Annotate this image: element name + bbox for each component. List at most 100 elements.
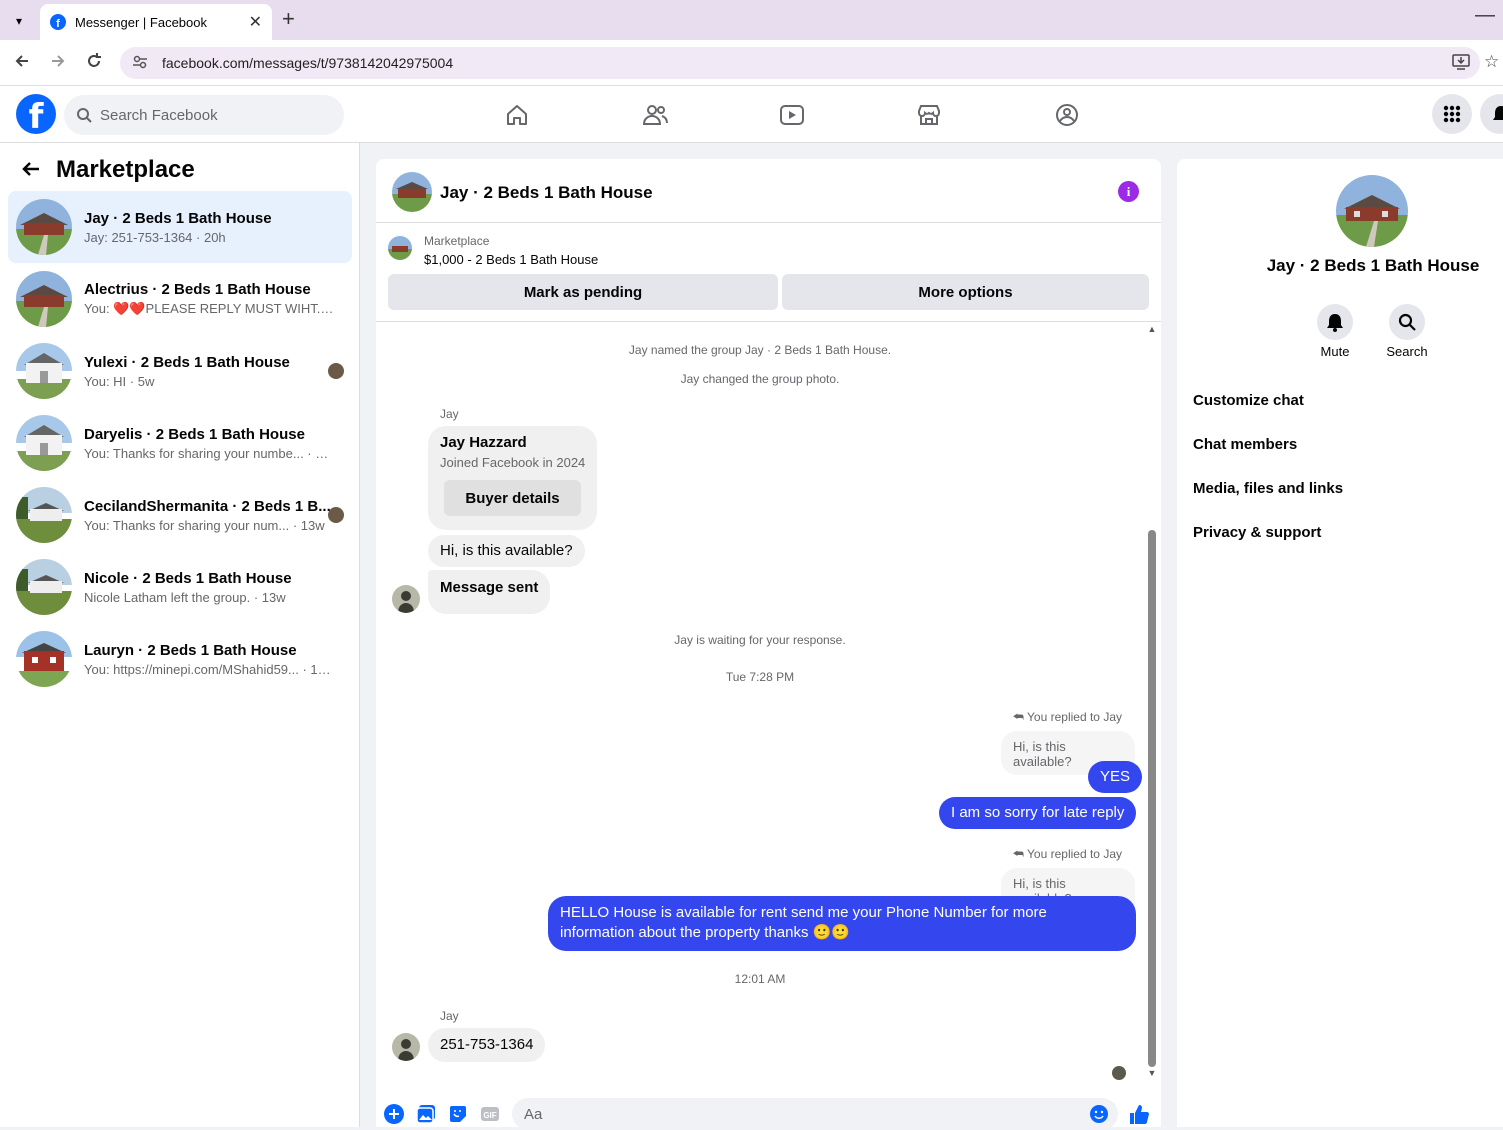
sender-avatar[interactable] [392,585,420,613]
listing-price-title[interactable]: $1,000 - 2 Beds 1 Bath House [424,252,598,267]
video-icon[interactable] [774,98,810,132]
tab-search-chevron-icon[interactable]: ▾ [8,10,30,32]
sender-name: Jay [440,407,459,421]
incoming-message[interactable]: Message sent [428,570,551,614]
tab-title: Messenger | Facebook [75,14,207,30]
attach-photo-icon[interactable] [416,1104,436,1124]
system-message: Jay named the group Jay · 2 Beds 1 Bath … [628,343,892,357]
reply-note-text: You replied to Jay [1027,710,1122,724]
media-files-links-item[interactable]: Media, files and links [1193,480,1343,497]
chat-members-item[interactable]: Chat members [1193,436,1297,453]
browser-tab-messenger[interactable]: f Messenger | Facebook ✕ [40,4,272,40]
timestamp: 12:01 AM [734,972,786,986]
listing-photo [16,487,72,543]
sender-name: Jay [440,1009,459,1023]
address-bar[interactable]: facebook.com/messages/t/9738142042975004 [120,47,1480,79]
reply-note-text: You replied to Jay [1027,847,1122,861]
seen-avatar [328,363,344,379]
gif-icon[interactable]: GIF [480,1104,500,1124]
scroll-down-icon[interactable]: ▼ [1146,1068,1158,1078]
system-message: Jay is waiting for your response. [674,633,846,647]
more-options-button[interactable]: More options [782,274,1149,310]
search-label: Search [1386,344,1428,359]
conversation-name: CecilandShermanita · 2 Beds 1 B... [84,497,331,515]
conversation-item[interactable]: Jay · 2 Beds 1 Bath House Jay: 251-753-13… [8,191,352,263]
mute-label: Mute [1320,344,1350,359]
conversation-item[interactable]: Lauryn · 2 Beds 1 Bath House You: https:/… [8,623,352,695]
conversation-preview: Nicole Latham left the group. · 13w [84,589,286,605]
profile-joined: Joined Facebook in 2024 [440,455,586,470]
chat-title[interactable]: Jay · 2 Beds 1 Bath House [440,183,653,203]
listing-photo [16,199,72,255]
group-avatar[interactable] [1336,175,1408,247]
menu-grid-icon[interactable] [1432,94,1472,134]
mute-bell-icon[interactable] [1317,304,1353,340]
outgoing-message[interactable]: YES [1088,761,1143,793]
facebook-logo[interactable]: f [16,94,56,134]
chat-avatar[interactable] [392,172,432,212]
friends-icon[interactable] [637,98,673,132]
facebook-search-input[interactable]: Search Facebook [64,95,344,135]
close-tab-icon[interactable]: ✕ [249,12,262,32]
listing-thumbnail[interactable] [388,236,412,260]
conversation-name: Alectrius · 2 Beds 1 Bath House [84,281,311,298]
seen-avatar [328,507,344,523]
sticker-icon[interactable] [448,1104,468,1124]
profile-name: Jay Hazzard [440,434,527,451]
outgoing-message[interactable]: HELLO House is available for rent send m… [548,896,1136,951]
group-title: Jay · 2 Beds 1 Bath House [1266,256,1480,275]
buyer-details-button[interactable]: Buyer details [444,480,581,516]
plus-actions-icon[interactable] [384,1104,404,1124]
minimize-window-icon[interactable]: — [1475,4,1495,27]
incoming-message[interactable]: Hi, is this available? [428,535,585,567]
forward-arrow-icon[interactable] [46,52,70,75]
conversation-info-icon[interactable]: i [1118,181,1139,202]
bookmark-star-icon[interactable]: ☆ [1484,52,1499,72]
back-arrow-icon[interactable] [10,52,34,75]
reload-icon[interactable] [82,52,106,75]
site-settings-icon[interactable] [132,54,148,73]
conversation-item[interactable]: Alectrius · 2 Beds 1 Bath House You: ❤️❤️… [8,263,352,335]
svg-text:GIF: GIF [483,1111,496,1120]
customize-chat-item[interactable]: Customize chat [1193,392,1304,409]
search-placeholder: Search Facebook [100,106,218,124]
listing-photo [16,343,72,399]
listing-photo [16,631,72,687]
scrollbar-thumb[interactable] [1148,530,1156,1067]
conversation-item[interactable]: Nicole · 2 Beds 1 Bath House Nicole Latha… [8,551,352,623]
outgoing-message[interactable]: I am so sorry for late reply [939,797,1137,829]
back-arrow-icon[interactable] [20,158,42,186]
scroll-up-icon[interactable]: ▲ [1146,324,1158,334]
conversation-item[interactable]: Yulexi · 2 Beds 1 Bath House You: HI · 5w [8,335,352,407]
conversation-preview: Jay: 251-753-1364 · 20h [84,229,226,245]
read-receipt-avatar [1112,1066,1126,1080]
conversation-preview: You: Thanks for sharing your num... · 13… [84,517,325,533]
new-tab-button[interactable]: + [282,6,295,32]
listing-photo [16,271,72,327]
conversation-item[interactable]: Daryelis · 2 Beds 1 Bath House You: Thank… [8,407,352,479]
incoming-message[interactable]: 251-753-1364 [428,1028,546,1062]
conversation-preview: You: Thanks for sharing your numbe... · … [84,445,334,461]
gaming-icon[interactable] [1049,98,1085,132]
privacy-support-item[interactable]: Privacy & support [1193,524,1321,541]
home-icon[interactable] [499,98,535,132]
conversation-name: Daryelis · 2 Beds 1 Bath House [84,425,305,443]
emoji-icon[interactable] [1089,1104,1109,1124]
search-in-conversation-icon[interactable] [1389,304,1425,340]
sender-avatar[interactable] [392,1033,420,1061]
reply-note: ⮪ You replied to Jay [1010,710,1122,725]
conversation-item[interactable]: CecilandShermanita · 2 Beds 1 B... You: T… [8,479,352,551]
search-icon [77,108,92,123]
marketplace-label: Marketplace [424,234,490,248]
page-title: Marketplace [56,156,195,183]
listing-photo [16,415,72,471]
message-input[interactable]: Aa [512,1098,1118,1130]
reply-note: ⮪ You replied to Jay [1010,847,1122,862]
conversation-name: Jay · 2 Beds 1 Bath House [84,209,272,227]
install-app-icon[interactable] [1452,54,1470,74]
timestamp: Tue 7:28 PM [725,670,795,684]
like-thumbs-up-icon[interactable] [1128,1103,1150,1125]
system-message: Jay changed the group photo. [680,372,840,386]
marketplace-icon[interactable] [911,98,947,132]
mark-as-pending-button[interactable]: Mark as pending [388,274,778,310]
